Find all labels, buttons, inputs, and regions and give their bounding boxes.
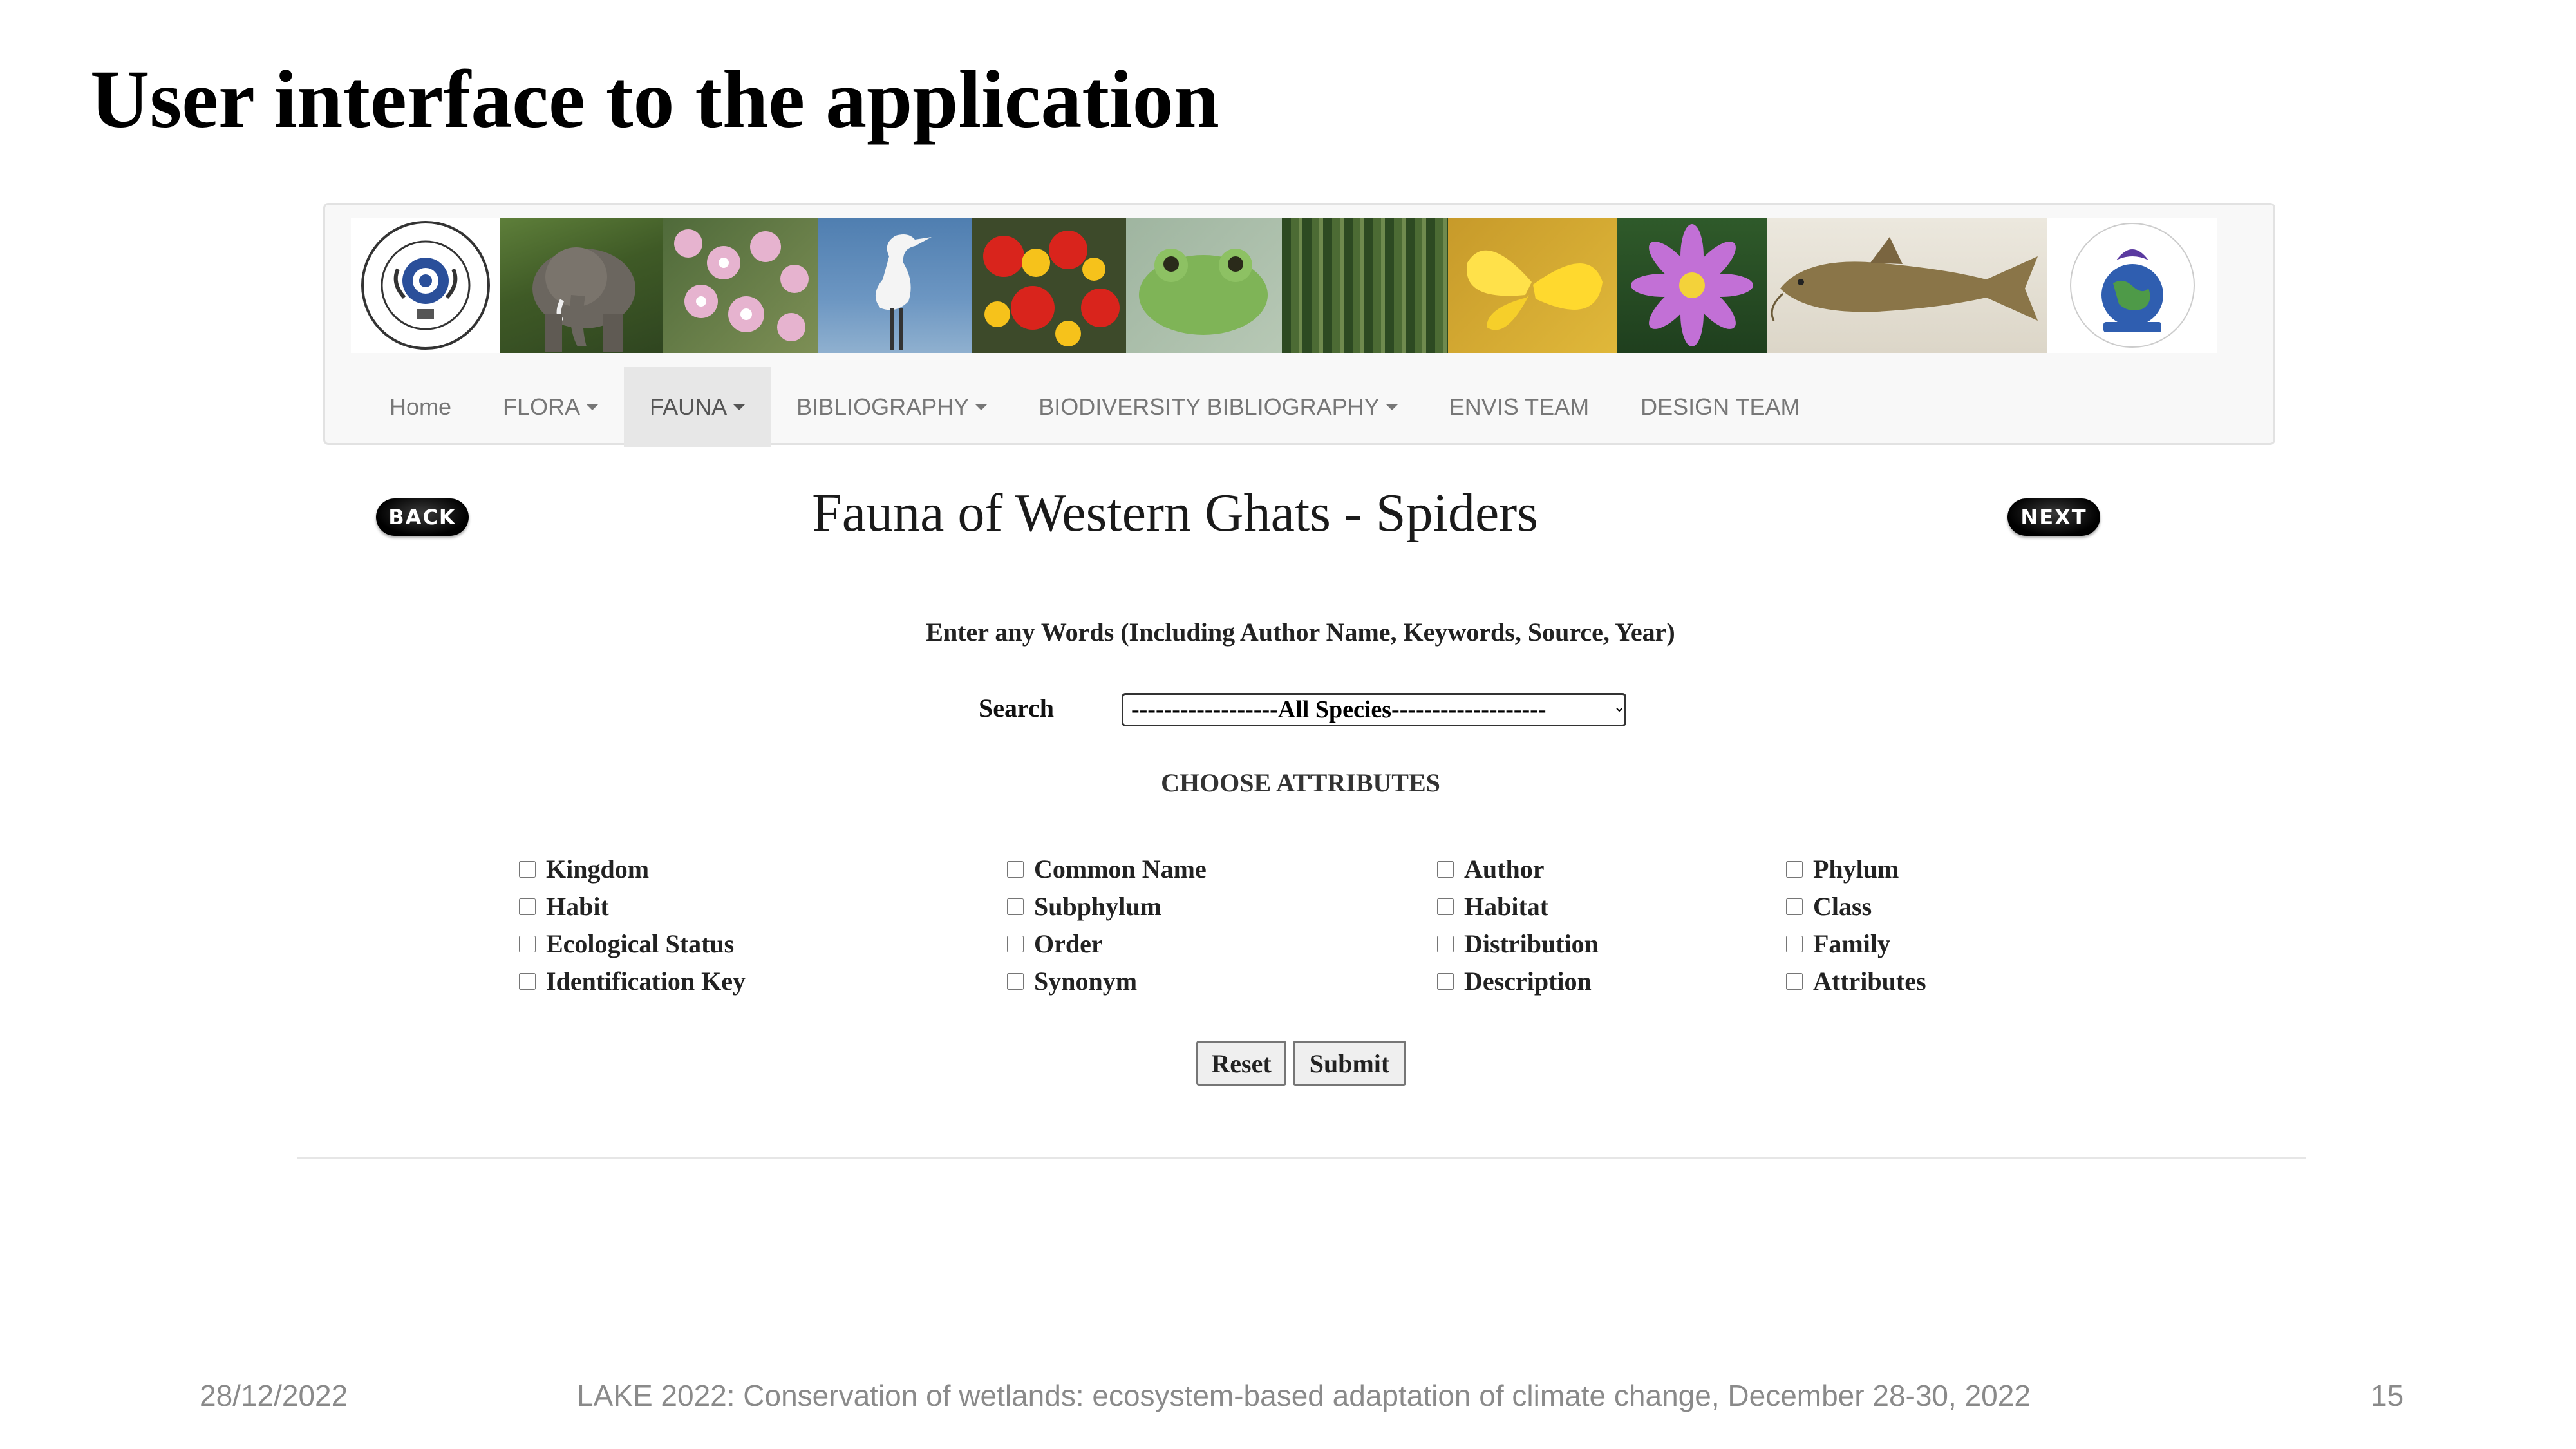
forest-image — [1282, 218, 1448, 353]
attributes-heading: CHOOSE ATTRIBUTES — [1161, 768, 1440, 797]
caret-down-icon — [587, 404, 599, 410]
red-yellow-flowers-image — [972, 218, 1126, 353]
slide-title: User interface to the application — [90, 53, 1219, 145]
submit-button[interactable]: Submit — [1293, 1041, 1406, 1086]
yellow-butterfly-image — [1448, 218, 1617, 353]
attr-identification-key-checkbox[interactable] — [519, 972, 536, 990]
attr-subphylum[interactable]: Subphylum — [1007, 891, 1161, 922]
attr-subphylum-checkbox[interactable] — [1007, 898, 1024, 915]
species-select[interactable]: ------------------All Species-----------… — [1122, 693, 1626, 726]
site-header: Home FLORA FAUNA BIBLIOGRAPHY BIODIVERSI… — [323, 203, 2275, 447]
attr-description[interactable]: Description — [1437, 966, 1592, 996]
attr-ecological-status[interactable]: Ecological Status — [519, 929, 734, 959]
main-nav: Home FLORA FAUNA BIBLIOGRAPHY BIODIVERSI… — [364, 367, 1825, 447]
attr-phylum-checkbox[interactable] — [1786, 860, 1803, 878]
attr-order-checkbox[interactable] — [1007, 935, 1024, 952]
attr-synonym[interactable]: Synonym — [1007, 966, 1137, 996]
page-divider — [297, 1157, 2306, 1159]
footer-conference: LAKE 2022: Conservation of wetlands: eco… — [577, 1379, 2031, 1412]
attr-habitat[interactable]: Habitat — [1437, 891, 1548, 922]
attr-order[interactable]: Order — [1007, 929, 1103, 959]
white-crane-image — [818, 218, 972, 353]
caret-down-icon — [733, 404, 746, 410]
search-instruction: Enter any Words (Including Author Name, … — [926, 618, 1675, 647]
nav-flora-dropdown[interactable]: FLORA — [477, 367, 624, 447]
search-label: Search — [979, 694, 1055, 723]
attr-author-checkbox[interactable] — [1437, 860, 1454, 878]
attr-synonym-checkbox[interactable] — [1007, 972, 1024, 990]
attr-distribution[interactable]: Distribution — [1437, 929, 1599, 959]
attr-habit[interactable]: Habit — [519, 891, 609, 922]
nav-biodiversity-bibliography-dropdown[interactable]: BIODIVERSITY BIBLIOGRAPHY — [1013, 367, 1424, 447]
green-frog-image — [1126, 218, 1282, 353]
attr-habit-checkbox[interactable] — [519, 898, 536, 915]
caret-down-icon — [1386, 404, 1398, 410]
attr-habitat-checkbox[interactable] — [1437, 898, 1454, 915]
purple-water-lily-image — [1617, 218, 1767, 353]
nav-bibliography-dropdown[interactable]: BIBLIOGRAPHY — [771, 367, 1013, 447]
attr-attributes[interactable]: Attributes — [1786, 966, 1926, 996]
nav-fauna-dropdown[interactable]: FAUNA — [624, 367, 771, 447]
attr-class-checkbox[interactable] — [1786, 898, 1803, 915]
attr-phylum[interactable]: Phylum — [1786, 854, 1899, 884]
footer-page-number: 15 — [2371, 1379, 2404, 1412]
footer-date: 28/12/2022 — [200, 1379, 348, 1412]
caret-down-icon — [975, 404, 988, 410]
attr-identification-key[interactable]: Identification Key — [519, 966, 746, 996]
attr-distribution-checkbox[interactable] — [1437, 935, 1454, 952]
emblem-logo-icon — [351, 218, 500, 353]
envis-globe-logo-icon — [2047, 218, 2217, 353]
attr-ecological-status-checkbox[interactable] — [519, 935, 536, 952]
pink-orchids-image — [663, 218, 818, 353]
attr-author[interactable]: Author — [1437, 854, 1544, 884]
nav-home[interactable]: Home — [364, 367, 477, 447]
attr-attributes-checkbox[interactable] — [1786, 972, 1803, 990]
attr-kingdom[interactable]: Kingdom — [519, 854, 649, 884]
attr-family[interactable]: Family — [1786, 929, 1890, 959]
nav-envis-team[interactable]: ENVIS TEAM — [1424, 367, 1615, 447]
catfish-image — [1767, 218, 2047, 353]
page-heading: Fauna of Western Ghats - Spiders — [812, 483, 1538, 543]
attr-kingdom-checkbox[interactable] — [519, 860, 536, 878]
attr-common-name[interactable]: Common Name — [1007, 854, 1207, 884]
nav-design-team[interactable]: DESIGN TEAM — [1615, 367, 1825, 447]
elephant-image — [500, 218, 663, 353]
attr-common-name-checkbox[interactable] — [1007, 860, 1024, 878]
attr-family-checkbox[interactable] — [1786, 935, 1803, 952]
reset-button[interactable]: Reset — [1196, 1041, 1286, 1086]
attr-description-checkbox[interactable] — [1437, 972, 1454, 990]
banner — [351, 218, 2221, 353]
attr-class[interactable]: Class — [1786, 891, 1872, 922]
